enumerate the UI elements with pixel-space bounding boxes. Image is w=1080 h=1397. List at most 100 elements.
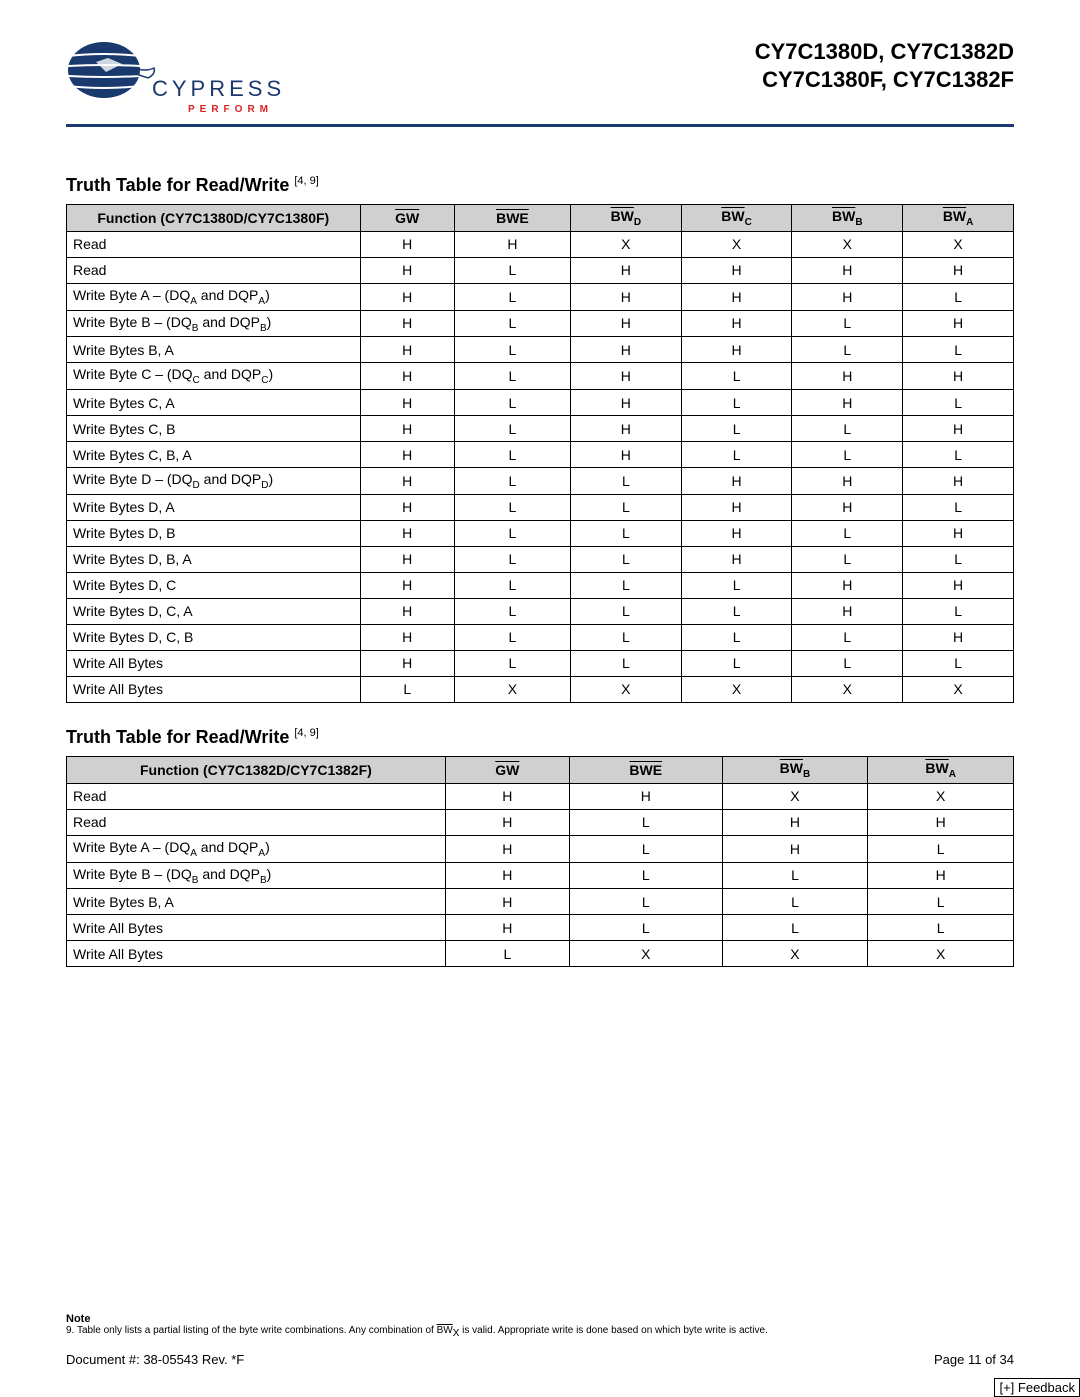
cell-bwe: L	[454, 337, 570, 363]
col-bwc: BWC	[681, 205, 792, 232]
cell-function: Write Bytes D, C, B	[67, 624, 361, 650]
cell-bwb: L	[792, 416, 903, 442]
table-row: ReadHHXXXX	[67, 231, 1014, 257]
cell-gw: H	[360, 337, 454, 363]
col-bwa: BWA	[903, 205, 1014, 232]
cell-bwa: X	[903, 231, 1014, 257]
cell-function: Write All Bytes	[67, 650, 361, 676]
cell-bwe: L	[569, 889, 722, 915]
table-row: Write Byte D – (DQD and DQPD)HLLHHH	[67, 468, 1014, 495]
cell-function: Write Byte B – (DQB and DQPB)	[67, 862, 446, 889]
feedback-button[interactable]: [+] Feedback	[994, 1378, 1080, 1397]
cell-bwa: L	[868, 889, 1014, 915]
cell-gw: H	[360, 363, 454, 390]
truth-table-2: Function (CY7C1382D/CY7C1382F) GW BWE BW…	[66, 756, 1014, 967]
cell-gw: H	[360, 257, 454, 283]
cell-gw: H	[360, 390, 454, 416]
cell-bwc: L	[681, 390, 792, 416]
cell-function: Write All Bytes	[67, 941, 446, 967]
table-row: Write Byte B – (DQB and DQPB)HLLH	[67, 862, 1014, 889]
cell-gw: H	[445, 809, 569, 835]
table-row: Write All BytesHLLLLL	[67, 650, 1014, 676]
cell-function: Write Bytes B, A	[67, 889, 446, 915]
cell-bwa: L	[903, 337, 1014, 363]
cell-bwe: L	[454, 310, 570, 337]
cell-bwc: H	[681, 494, 792, 520]
table-row: Write All BytesLXXX	[67, 941, 1014, 967]
col-function: Function (CY7C1382D/CY7C1382F)	[67, 756, 446, 783]
cell-bwd: H	[570, 442, 681, 468]
cell-bwc: H	[681, 337, 792, 363]
cell-gw: H	[360, 494, 454, 520]
cell-gw: H	[360, 231, 454, 257]
cell-function: Write Bytes C, B	[67, 416, 361, 442]
cell-bwd: H	[570, 390, 681, 416]
col-gw: GW	[445, 756, 569, 783]
table-row: ReadHLHHHH	[67, 257, 1014, 283]
note-body: 9. Table only lists a partial listing of…	[66, 1325, 1014, 1339]
cell-bwe: L	[454, 624, 570, 650]
cell-bwe: L	[454, 572, 570, 598]
cell-bwb: L	[792, 520, 903, 546]
cell-bwe: L	[454, 390, 570, 416]
footnote-ref-1: [4, 9]	[294, 175, 318, 187]
cell-bwa: H	[868, 809, 1014, 835]
table-row: Write Byte A – (DQA and DQPA)HLHHHL	[67, 283, 1014, 310]
table-row: Write All BytesHLLL	[67, 915, 1014, 941]
cell-bwa: X	[903, 676, 1014, 702]
section-title-2-text: Truth Table for Read/Write	[66, 727, 294, 747]
cell-function: Write Bytes D, B, A	[67, 546, 361, 572]
cell-gw: H	[360, 572, 454, 598]
col-bwb: BWB	[792, 205, 903, 232]
cell-bwd: X	[570, 231, 681, 257]
table-row: Write Bytes C, AHLHLHL	[67, 390, 1014, 416]
cell-bwb: X	[792, 231, 903, 257]
cell-bwe: L	[454, 283, 570, 310]
cell-bwd: H	[570, 257, 681, 283]
table-row: Write Bytes B, AHLLL	[67, 889, 1014, 915]
cell-function: Write Byte A – (DQA and DQPA)	[67, 835, 446, 862]
cell-bwc: H	[681, 310, 792, 337]
cell-function: Read	[67, 809, 446, 835]
page-number: Page 11 of 34	[934, 1352, 1014, 1367]
cell-bwb: L	[792, 442, 903, 468]
logo-text: CYPRESS	[152, 76, 285, 102]
cell-bwe: L	[454, 520, 570, 546]
cell-bwc: H	[681, 283, 792, 310]
note-section: Note 9. Table only lists a partial listi…	[66, 1313, 1014, 1339]
cell-gw: H	[360, 416, 454, 442]
cell-bwb: H	[792, 283, 903, 310]
cell-bwc: X	[681, 676, 792, 702]
cell-function: Write All Bytes	[67, 915, 446, 941]
cell-bwc: L	[681, 442, 792, 468]
cell-function: Write Bytes C, B, A	[67, 442, 361, 468]
cell-function: Write Bytes D, B	[67, 520, 361, 546]
cell-bwc: L	[681, 363, 792, 390]
cell-gw: H	[360, 650, 454, 676]
col-gw: GW	[360, 205, 454, 232]
table-row: Write Byte B – (DQB and DQPB)HLHHLH	[67, 310, 1014, 337]
cell-bwd: L	[570, 468, 681, 495]
globe-icon	[66, 38, 156, 106]
cell-bwe: L	[454, 598, 570, 624]
cell-bwb: H	[792, 390, 903, 416]
table-row: Write Bytes D, C, AHLLLHL	[67, 598, 1014, 624]
part-numbers: CY7C1380D, CY7C1382D CY7C1380F, CY7C1382…	[755, 38, 1014, 93]
cell-bwa: L	[903, 494, 1014, 520]
table-row: Write Byte A – (DQA and DQPA)HLHL	[67, 835, 1014, 862]
cell-function: Read	[67, 257, 361, 283]
cell-bwe: L	[454, 468, 570, 495]
cell-gw: H	[360, 310, 454, 337]
cell-bwc: L	[681, 650, 792, 676]
cell-gw: H	[360, 442, 454, 468]
cell-bwd: H	[570, 283, 681, 310]
cell-bwe: L	[454, 257, 570, 283]
cell-function: Write Byte D – (DQD and DQPD)	[67, 468, 361, 495]
table-row: Write Bytes D, B, AHLLHLL	[67, 546, 1014, 572]
cell-bwe: L	[569, 809, 722, 835]
cell-gw: H	[445, 783, 569, 809]
cell-bwa: X	[868, 783, 1014, 809]
table-row: Write Bytes D, BHLLHLH	[67, 520, 1014, 546]
section-title-1-text: Truth Table for Read/Write	[66, 175, 294, 195]
table-row: Write Bytes C, BHLHLLH	[67, 416, 1014, 442]
